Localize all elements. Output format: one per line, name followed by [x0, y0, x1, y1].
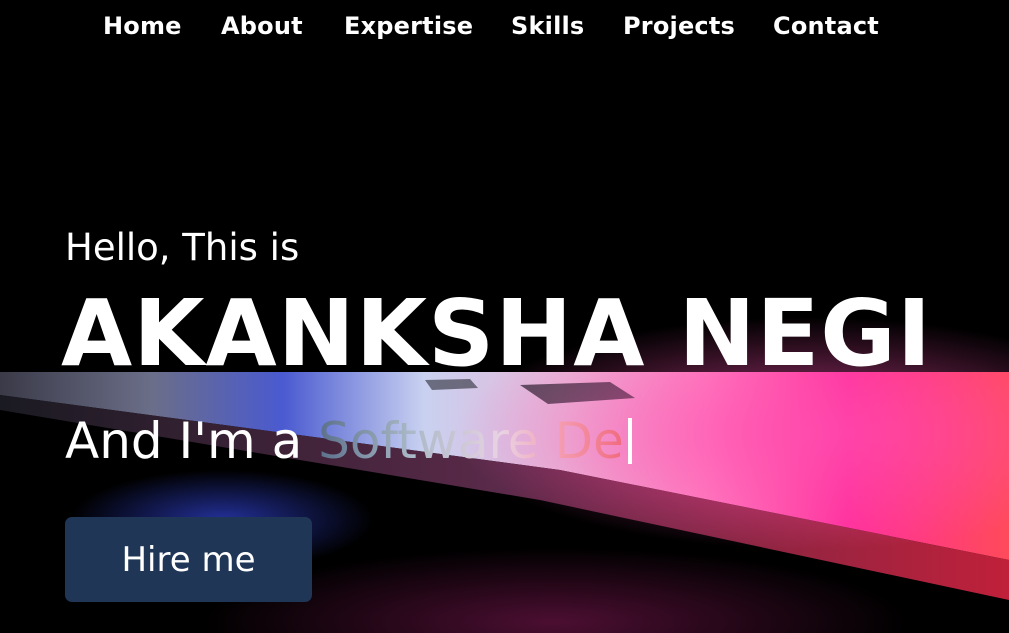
typing-cursor [627, 418, 632, 464]
nav-link-skills[interactable]: Skills [511, 12, 584, 40]
hero-tagline: And I'm a Software De [65, 414, 632, 469]
nav-link-contact[interactable]: Contact [773, 12, 879, 40]
top-navigation: Home About Expertise Skills Projects Con… [0, 0, 1009, 58]
typed-role-text: Software De [318, 412, 624, 470]
nav-link-about[interactable]: About [221, 12, 303, 40]
hire-me-button[interactable]: Hire me [65, 517, 312, 602]
nav-link-expertise[interactable]: Expertise [344, 12, 473, 40]
nav-link-projects[interactable]: Projects [623, 12, 735, 40]
nav-link-home[interactable]: Home [103, 12, 182, 40]
hero-name-heading: AKANKSHA NEGI [61, 280, 933, 387]
tagline-prefix: And I'm a [65, 412, 319, 470]
hero-greeting: Hello, This is [65, 226, 300, 269]
